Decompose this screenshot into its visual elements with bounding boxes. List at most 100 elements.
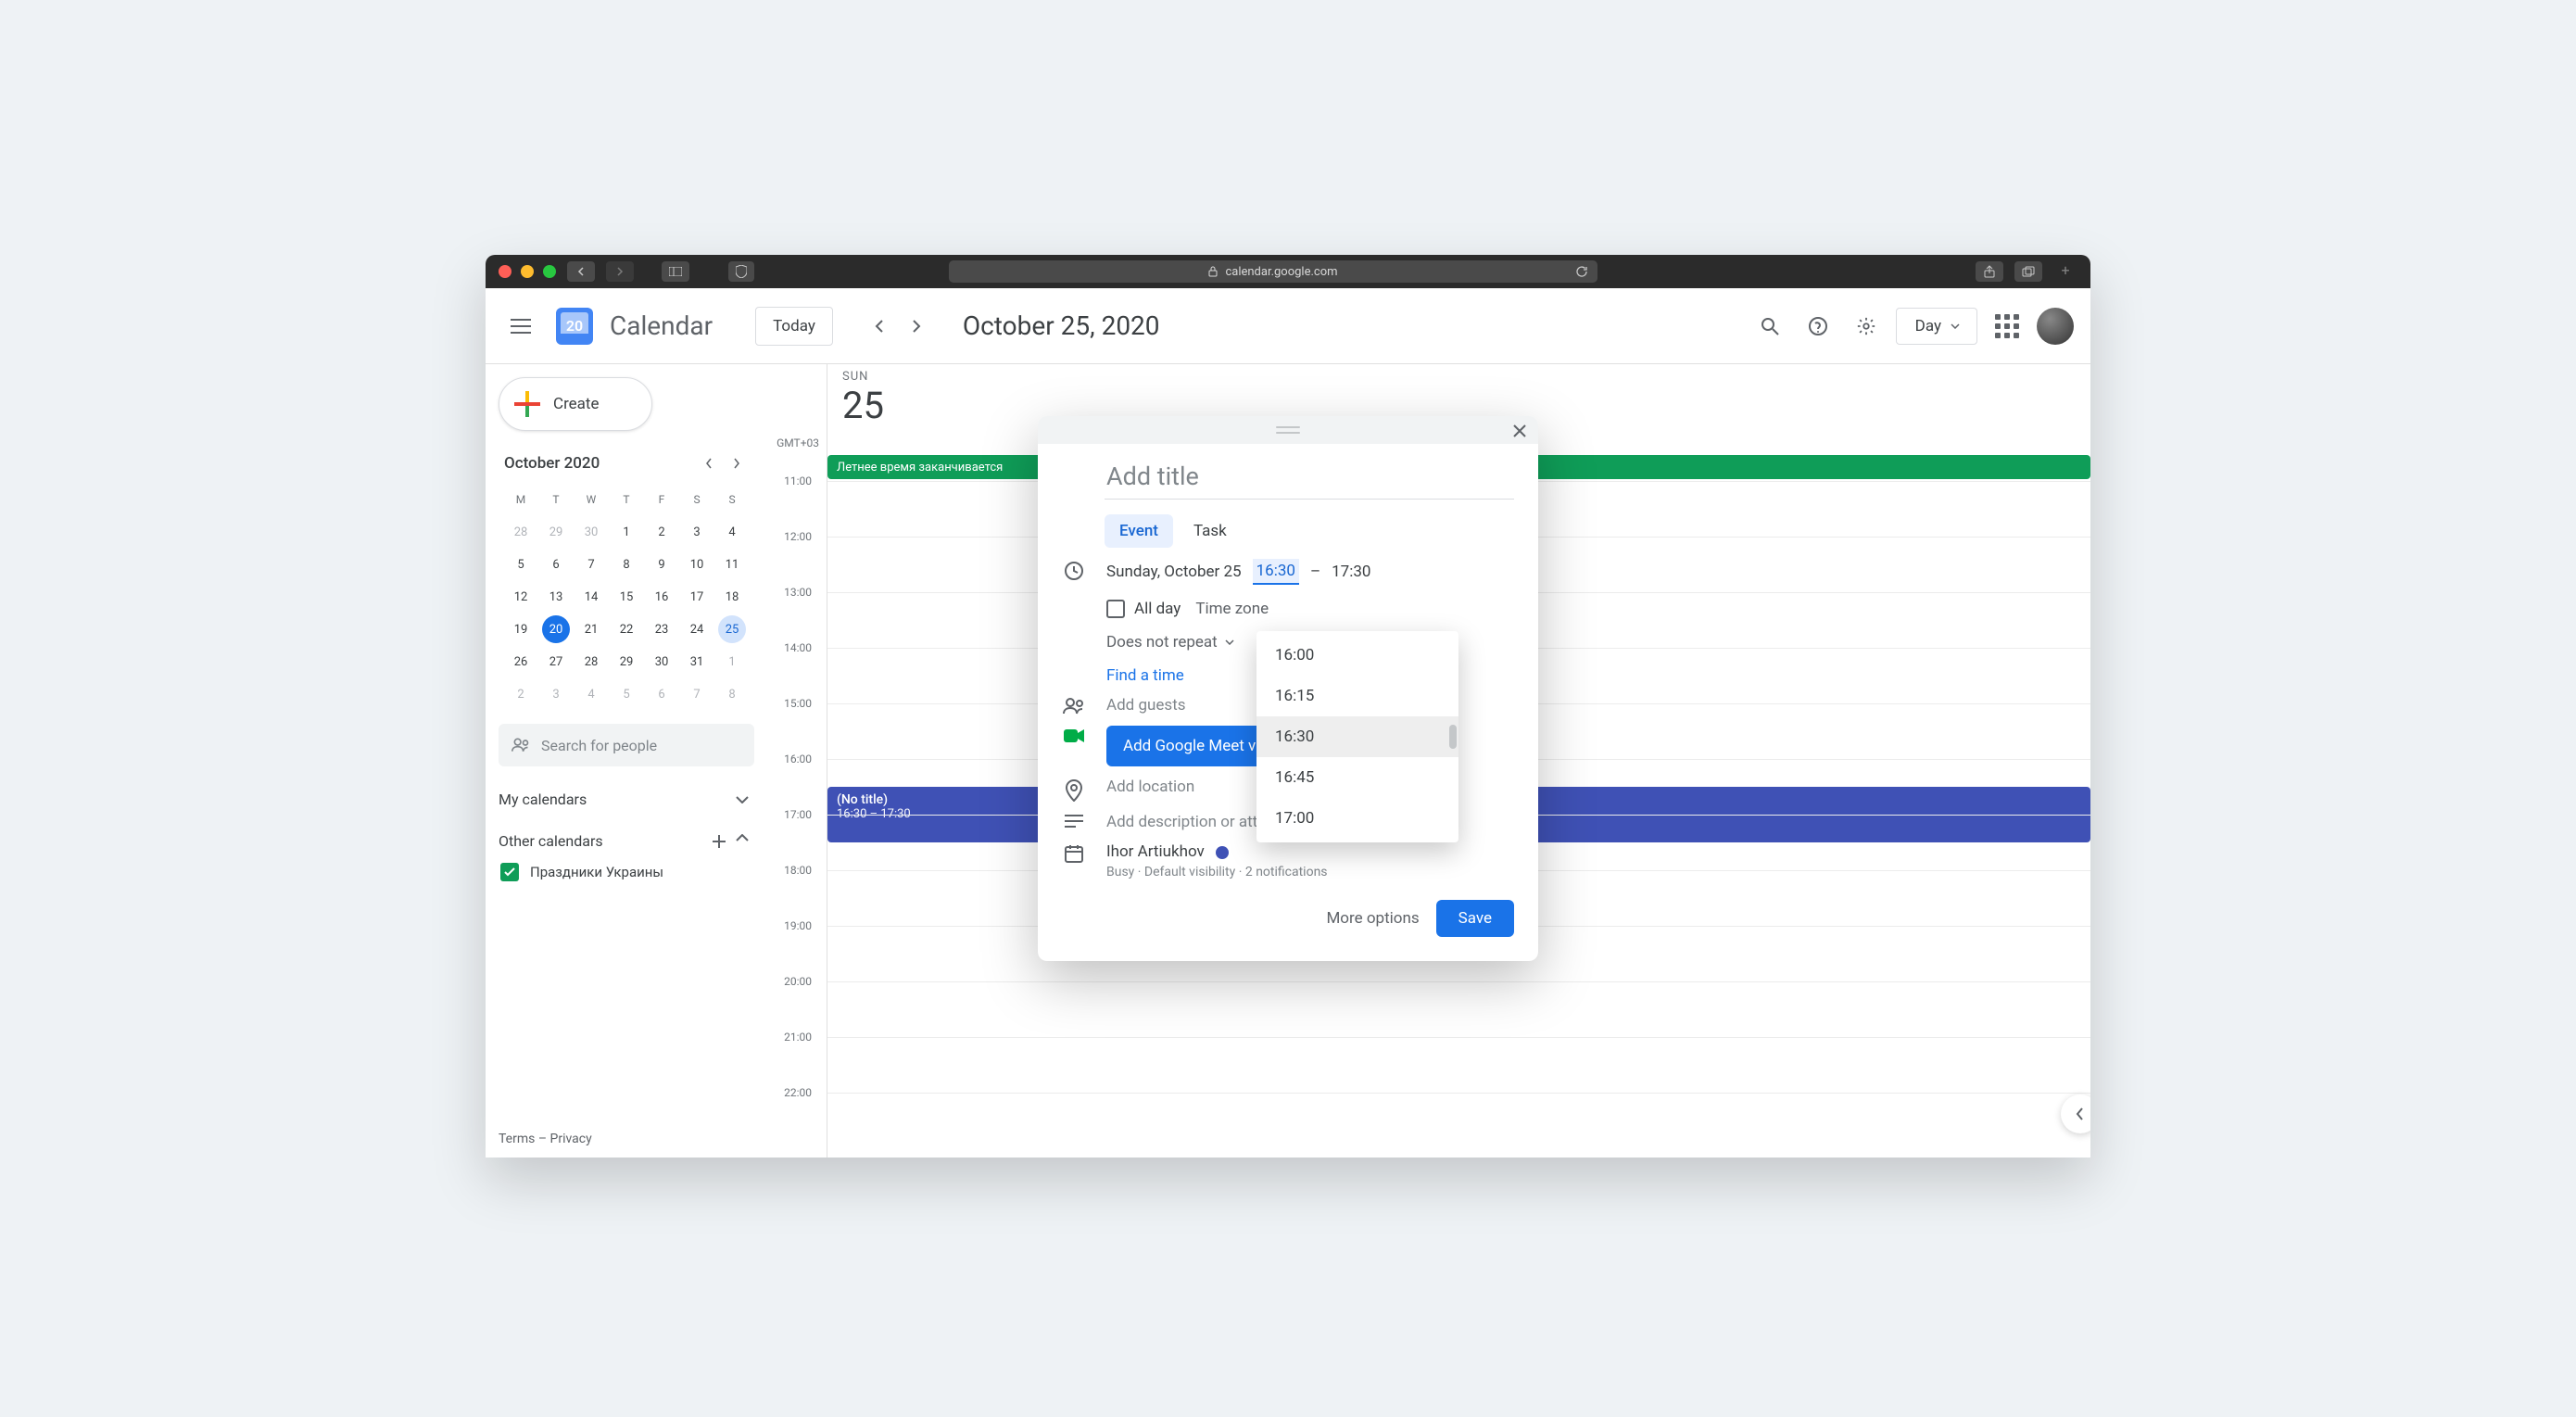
mini-day[interactable]: 5 [507, 550, 535, 578]
mini-day[interactable]: 14 [577, 583, 605, 611]
account-avatar[interactable] [2037, 308, 2074, 345]
settings-button[interactable] [1848, 308, 1885, 345]
new-tab-button[interactable]: + [2053, 261, 2077, 282]
time-option[interactable]: 16:15 [1256, 676, 1458, 716]
mini-day[interactable]: 8 [612, 550, 640, 578]
time-dropdown[interactable]: 16:0016:1516:3016:4517:00 [1256, 631, 1458, 842]
mini-day[interactable]: 7 [577, 550, 605, 578]
calendar-item[interactable]: Праздники Украины [499, 863, 754, 881]
mini-day[interactable]: 6 [648, 680, 676, 708]
mini-day[interactable]: 12 [507, 583, 535, 611]
privacy-shield-button[interactable] [728, 261, 754, 282]
search-people-input[interactable]: Search for people [499, 724, 754, 766]
mini-day[interactable]: 5 [612, 680, 640, 708]
mini-day[interactable]: 31 [683, 648, 711, 676]
view-switcher[interactable]: Day [1896, 308, 1977, 345]
mini-day[interactable]: 16 [648, 583, 676, 611]
mini-day[interactable]: 27 [542, 648, 570, 676]
end-time-chip[interactable]: 17:30 [1332, 563, 1370, 581]
other-calendars-section[interactable]: Other calendars [499, 832, 754, 850]
help-button[interactable] [1799, 308, 1837, 345]
browser-address-bar[interactable]: calendar.google.com [949, 260, 1597, 283]
mini-day[interactable]: 28 [577, 648, 605, 676]
app-logo: 20 [556, 308, 593, 345]
window-minimize-button[interactable] [521, 265, 534, 278]
mini-day[interactable]: 21 [577, 615, 605, 643]
mini-day[interactable]: 23 [648, 615, 676, 643]
next-day-button[interactable] [900, 310, 933, 343]
mini-prev-month-button[interactable] [697, 451, 721, 475]
event-date[interactable]: Sunday, October 25 [1106, 563, 1242, 581]
mini-day[interactable]: 15 [612, 583, 640, 611]
tab-task[interactable]: Task [1179, 514, 1242, 548]
mini-day[interactable]: 17 [683, 583, 711, 611]
mini-day[interactable]: 19 [507, 615, 535, 643]
time-option[interactable]: 17:00 [1256, 798, 1458, 839]
mini-day[interactable]: 4 [718, 518, 746, 546]
add-calendar-button[interactable] [712, 834, 726, 849]
start-time-chip[interactable]: 16:30 [1253, 559, 1299, 585]
mini-day[interactable]: 3 [542, 680, 570, 708]
more-options-button[interactable]: More options [1326, 900, 1419, 937]
tabs-button[interactable] [2014, 261, 2042, 282]
mini-day[interactable]: 2 [507, 680, 535, 708]
save-button[interactable]: Save [1436, 900, 1514, 937]
today-button-label: Today [773, 317, 815, 335]
mini-day[interactable]: 7 [683, 680, 711, 708]
window-maximize-button[interactable] [543, 265, 556, 278]
google-apps-button[interactable] [1989, 308, 2026, 345]
share-button[interactable] [1976, 261, 2003, 282]
mini-day[interactable]: 6 [542, 550, 570, 578]
time-option[interactable]: 16:45 [1256, 757, 1458, 798]
mini-next-month-button[interactable] [725, 451, 749, 475]
sidebar-toggle-button[interactable] [662, 261, 689, 282]
mini-day[interactable]: 20 [542, 615, 570, 643]
window-close-button[interactable] [499, 265, 511, 278]
time-zone-button[interactable]: Time zone [1195, 600, 1269, 618]
mini-day[interactable]: 30 [577, 518, 605, 546]
mini-day[interactable]: 1 [718, 648, 746, 676]
mini-day[interactable]: 24 [683, 615, 711, 643]
calendar-checkbox[interactable] [500, 863, 519, 881]
all-day-checkbox[interactable] [1106, 600, 1125, 618]
prev-day-button[interactable] [863, 310, 896, 343]
event-editor-drag-handle[interactable] [1038, 416, 1538, 444]
mini-calendar-grid: MTWTFSS282930123456789101112131415161718… [499, 485, 754, 709]
close-button[interactable] [1509, 420, 1531, 442]
mini-day[interactable]: 2 [648, 518, 676, 546]
tab-event[interactable]: Event [1105, 514, 1173, 548]
mini-day[interactable]: 9 [648, 550, 676, 578]
collapse-other-cal-button[interactable] [736, 834, 749, 849]
mini-day[interactable]: 29 [542, 518, 570, 546]
mini-day[interactable]: 1 [612, 518, 640, 546]
scrollbar-thumb[interactable] [1449, 725, 1457, 749]
mini-day[interactable]: 25 [718, 615, 746, 643]
time-option[interactable]: 16:30 [1256, 716, 1458, 757]
browser-back-button[interactable] [567, 261, 595, 282]
hour-label: 19:00 [784, 919, 812, 932]
mini-day[interactable]: 26 [507, 648, 535, 676]
mini-day[interactable]: 8 [718, 680, 746, 708]
mini-day[interactable]: 29 [612, 648, 640, 676]
privacy-link[interactable]: Privacy [550, 1132, 592, 1146]
today-button[interactable]: Today [755, 307, 833, 346]
time-option[interactable]: 16:00 [1256, 635, 1458, 676]
my-calendars-section[interactable]: My calendars [499, 791, 754, 808]
main-menu-button[interactable] [502, 308, 539, 345]
mini-day[interactable]: 4 [577, 680, 605, 708]
mini-day[interactable]: 18 [718, 583, 746, 611]
mini-day[interactable]: 13 [542, 583, 570, 611]
mini-day[interactable]: 10 [683, 550, 711, 578]
mini-day[interactable]: 3 [683, 518, 711, 546]
event-title-input[interactable] [1105, 461, 1514, 500]
search-button[interactable] [1751, 308, 1788, 345]
mini-day[interactable]: 11 [718, 550, 746, 578]
mini-day[interactable]: 28 [507, 518, 535, 546]
browser-forward-button[interactable] [606, 261, 634, 282]
hour-label: 11:00 [784, 474, 812, 487]
mini-day[interactable]: 30 [648, 648, 676, 676]
terms-link[interactable]: Terms [499, 1132, 535, 1146]
create-button[interactable]: Create [499, 377, 652, 431]
mini-day[interactable]: 22 [612, 615, 640, 643]
reload-icon[interactable] [1575, 265, 1588, 278]
